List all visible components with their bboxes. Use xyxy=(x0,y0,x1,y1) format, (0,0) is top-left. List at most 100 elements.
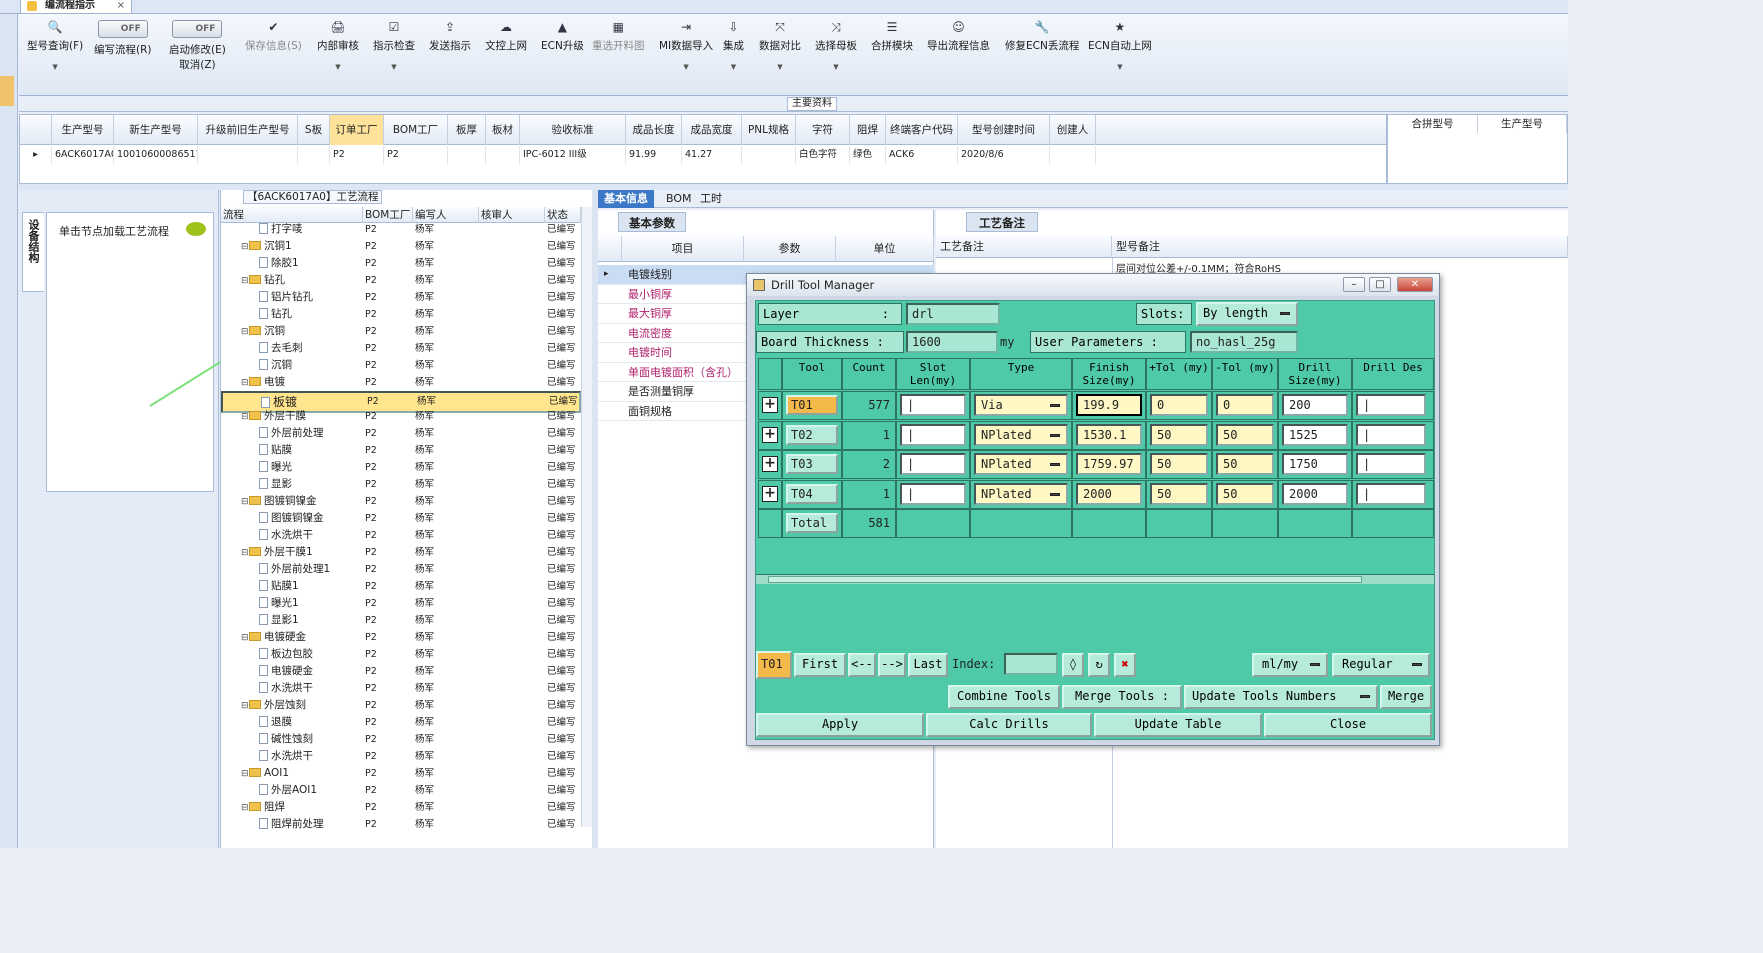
tree-row[interactable]: 板边包胶 P2 杨军 已编写 xyxy=(221,646,581,663)
col-header-6[interactable]: 板厚 xyxy=(448,115,486,145)
drill-col-header-4[interactable]: Finish Size(my) xyxy=(1072,358,1146,390)
slot-len-input[interactable]: | xyxy=(900,423,966,446)
info-tab-0[interactable]: 基本信息 xyxy=(598,190,654,208)
grid-cell-12[interactable]: 白色字符 xyxy=(796,146,850,164)
col-header-3[interactable]: S板 xyxy=(298,115,330,145)
tree-node[interactable]: 图镀铜镍金 xyxy=(259,510,324,527)
tree-node[interactable]: ⊟ 外层蚀刻 xyxy=(241,697,306,715)
col-header-7[interactable]: 板材 xyxy=(486,115,520,145)
grid-cell-10[interactable]: 41.27 xyxy=(682,146,742,164)
tree-node[interactable]: 去毛刺 xyxy=(259,340,303,357)
tree-node[interactable]: 贴膜1 xyxy=(259,578,299,595)
toolbar-button-12[interactable]: ⤧ 数据对比 ▼ xyxy=(759,20,801,71)
grid-cell-9[interactable]: 91.99 xyxy=(626,146,682,164)
tree-node[interactable]: 碱性蚀刻 xyxy=(259,731,313,748)
tool-name[interactable]: T03 xyxy=(786,454,838,474)
side-col-header-1[interactable]: 生产型号 xyxy=(1478,115,1567,133)
expand-icon[interactable]: ⊟ xyxy=(241,545,249,562)
toolbar-button-2[interactable]: OFF 启动修改(E) 取消(Z) xyxy=(169,20,226,72)
plus-tol-input[interactable]: 50 xyxy=(1150,423,1208,446)
grid-cell-3[interactable] xyxy=(298,146,330,164)
tree-row[interactable]: 外层AOI1 P2 杨军 已编写 xyxy=(221,782,581,799)
expand-tool-icon[interactable]: + xyxy=(762,397,778,413)
slot-len-input[interactable]: | xyxy=(900,482,966,505)
tree-node[interactable]: 电镀硬金 xyxy=(259,663,313,680)
first-button[interactable]: First xyxy=(794,653,846,677)
toolbar-button-0[interactable]: 🔍 型号查询(F) ▼ xyxy=(27,20,83,71)
col-header-9[interactable]: 成品长度 xyxy=(626,115,682,145)
side-col-header-0[interactable]: 合拼型号 xyxy=(1388,115,1478,133)
tree-row[interactable]: 除胶1 P2 杨军 已编写 xyxy=(221,255,581,272)
toolbar-button-16[interactable]: 🔧 修复ECN丢流程 xyxy=(1005,20,1079,53)
drill-col-header-0[interactable]: Tool xyxy=(782,358,842,390)
close-button[interactable]: Close xyxy=(1264,713,1432,737)
info-tab-2[interactable]: 工时 xyxy=(694,190,728,208)
tree-row[interactable]: 去毛刺 P2 杨军 已编写 xyxy=(221,340,581,357)
hscroll-thumb[interactable] xyxy=(768,576,1362,583)
tree-row[interactable]: ⊟ 沉铜 P2 杨军 已编写 xyxy=(221,323,581,340)
tree-row[interactable]: 沉铜 P2 杨军 已编写 xyxy=(221,357,581,374)
tree-node[interactable]: ⊟ 图镀铜镍金 xyxy=(241,493,317,511)
tree-row[interactable]: ⊟ 图镀铜镍金 P2 杨军 已编写 xyxy=(221,493,581,510)
tree-node[interactable]: ⊟ 外层干膜 xyxy=(241,408,306,426)
plus-tol-input[interactable]: 50 xyxy=(1150,482,1208,505)
tree-node[interactable]: 贴膜 xyxy=(259,442,292,459)
toolbar-button-5[interactable]: ☑ 指示检查 ▼ xyxy=(373,20,415,71)
col-header-11[interactable]: PNL规格 xyxy=(742,115,796,145)
tree-row[interactable]: 曝光 P2 杨军 已编写 xyxy=(221,459,581,476)
type-dropdown[interactable]: NPlated xyxy=(974,482,1068,505)
tree-row[interactable]: 外层前处理1 P2 杨军 已编写 xyxy=(221,561,581,578)
toolbar-button-6[interactable]: ⇪ 发送指示 xyxy=(429,20,471,53)
grid-cell-11[interactable] xyxy=(742,146,796,164)
expand-icon[interactable]: ⊟ xyxy=(241,630,249,647)
toolbar-button-13[interactable]: ⤨ 选择母板 ▼ xyxy=(815,20,857,71)
toolbar-button-11[interactable]: ⇩ 集成 ▼ xyxy=(723,20,744,71)
tree-node[interactable]: 除胶1 xyxy=(259,255,299,272)
user-params-input[interactable]: no_hasl_25g xyxy=(1190,331,1298,353)
tree-row[interactable]: 退膜 P2 杨军 已编写 xyxy=(221,714,581,731)
expand-tool-icon[interactable]: + xyxy=(762,485,778,502)
tree-row[interactable]: 碱性蚀刻 P2 杨军 已编写 xyxy=(221,731,581,748)
tree-row[interactable]: 水洗烘干 P2 杨军 已编写 xyxy=(221,748,581,765)
expand-icon[interactable]: ⊟ xyxy=(241,273,249,290)
minus-tol-input[interactable]: 50 xyxy=(1216,423,1274,446)
tab-close-icon[interactable]: × xyxy=(117,0,125,11)
minus-tol-input[interactable]: 50 xyxy=(1216,482,1274,505)
next-button[interactable]: --> xyxy=(878,653,906,677)
tool-name[interactable]: T04 xyxy=(786,483,838,504)
toolbar-button-7[interactable]: ☁ 文控上网 xyxy=(485,20,527,53)
toggle-switch-2[interactable]: OFF xyxy=(172,20,223,38)
grid-cell-14[interactable]: ACK6 xyxy=(886,146,958,164)
tree-node[interactable]: ⊟ 电镀 xyxy=(241,374,285,392)
tree-row[interactable]: 曝光1 P2 杨军 已编写 xyxy=(221,595,581,612)
col-header-15[interactable]: 型号创建时间 xyxy=(958,115,1050,145)
tree-row[interactable]: 铝片钻孔 P2 杨军 已编写 xyxy=(221,289,581,306)
mode-dropdown[interactable]: Regular xyxy=(1332,653,1430,677)
grid-cell-4[interactable]: P2 xyxy=(330,146,384,164)
toggle-switch-1[interactable]: OFF xyxy=(97,20,148,38)
update-table-button[interactable]: Update Table xyxy=(1094,713,1262,737)
tool-name[interactable]: T02 xyxy=(786,424,838,445)
plus-tol-input[interactable]: 50 xyxy=(1150,453,1208,475)
tree-row[interactable]: 贴膜 P2 杨军 已编写 xyxy=(221,442,581,459)
col-header-0[interactable]: 生产型号 xyxy=(52,115,114,145)
drill-col-header-1[interactable]: Count xyxy=(842,358,896,390)
tree-row[interactable]: 贴膜1 P2 杨军 已编写 xyxy=(221,578,581,595)
expand-icon[interactable]: ⊟ xyxy=(241,409,249,426)
tree-node[interactable]: 外层前处理1 xyxy=(259,561,330,578)
col-header-2[interactable]: 升级前旧生产型号 xyxy=(198,115,298,145)
col-header-10[interactable]: 成品宽度 xyxy=(682,115,742,145)
apply-button[interactable]: Apply xyxy=(756,713,924,737)
tree-row[interactable]: 电镀硬金 P2 杨军 已编写 xyxy=(221,663,581,680)
col-header-5[interactable]: BOM工厂 xyxy=(384,115,448,145)
params-col-header-1[interactable]: 参数 xyxy=(744,236,836,262)
last-button[interactable]: Last xyxy=(908,653,948,677)
finish-size-input[interactable]: 1759.97 xyxy=(1076,453,1142,475)
tree-row[interactable]: ⊟ AOI1 P2 杨军 已编写 xyxy=(221,765,581,782)
grid-cell-2[interactable] xyxy=(198,146,298,164)
plus-tol-input[interactable]: 0 xyxy=(1150,394,1208,416)
tree-row[interactable]: 阻焊前处理 P2 杨军 已编写 xyxy=(221,816,581,833)
col-header-4[interactable]: 订单工厂 xyxy=(330,115,384,145)
params-col-header-0[interactable]: 项目 xyxy=(622,236,744,262)
tree-row[interactable]: ⊟ 外层干膜1 P2 杨军 已编写 xyxy=(221,544,581,561)
